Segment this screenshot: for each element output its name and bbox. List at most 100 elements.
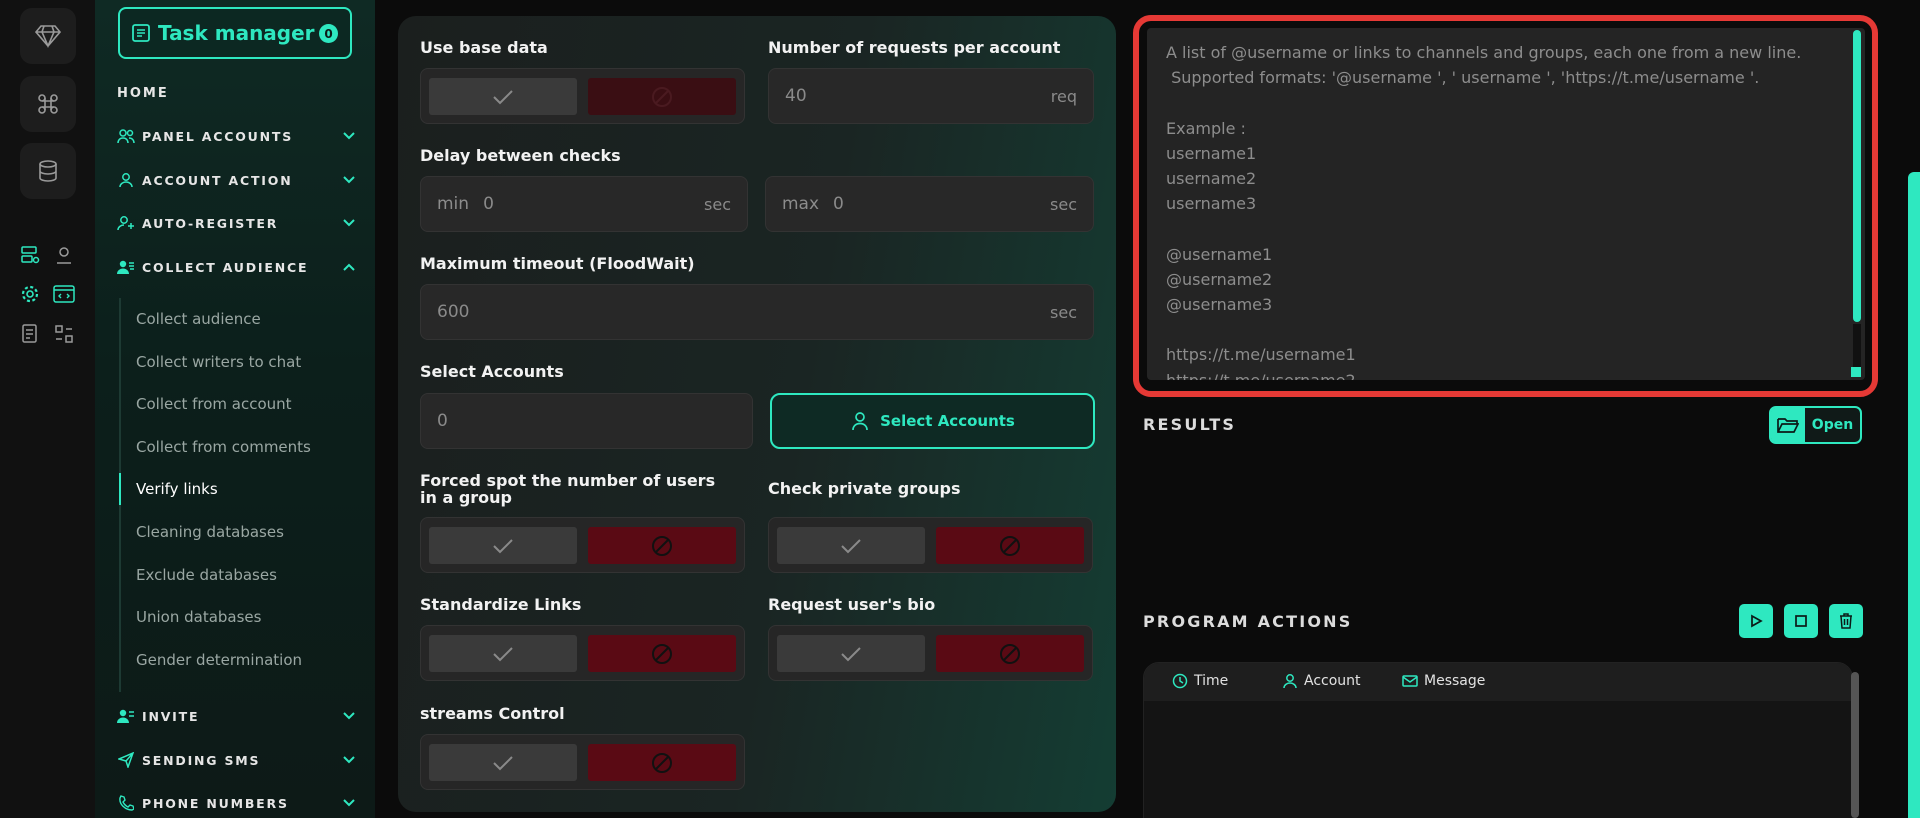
delay-max-value: 0	[833, 194, 844, 214]
nav-phone-numbers-label: PHONE NUMBERS	[142, 795, 289, 811]
accounts-count-input[interactable]: 0	[420, 393, 753, 449]
request-bio-toggle[interactable]	[768, 625, 1093, 681]
nav-sending-sms[interactable]: SENDING SMS	[117, 749, 357, 771]
max-timeout-input[interactable]: 600 sec	[420, 284, 1094, 340]
use-base-data-toggle[interactable]	[420, 68, 745, 124]
delay-min-input[interactable]: min 0 sec	[420, 176, 748, 232]
nav-sending-sms-label: SENDING SMS	[142, 752, 261, 768]
log-table-header: Time Account Message	[1144, 663, 1852, 701]
chevron-down-icon	[343, 756, 355, 764]
clear-log-button[interactable]	[1829, 604, 1863, 638]
sub-item-collect-writers[interactable]: Collect writers to chat	[136, 353, 301, 371]
chevron-down-icon	[343, 712, 355, 720]
chevron-down-icon	[343, 799, 355, 807]
use-base-data-label: Use base data	[420, 38, 548, 57]
requests-unit: req	[1050, 86, 1077, 106]
command-icon[interactable]	[20, 76, 76, 132]
toggle-yes-button[interactable]	[429, 635, 577, 672]
nav-invite[interactable]: INVITE	[117, 705, 357, 727]
sidebar: Task manager 0 HOME PANEL ACCOUNTS ACCOU…	[95, 0, 375, 818]
page-scrollbar[interactable]	[1908, 172, 1920, 818]
nav-collect-audience[interactable]: COLLECT AUDIENCE	[117, 256, 357, 278]
textarea-scrollbar[interactable]	[1853, 30, 1861, 322]
nav-auto-register-label: AUTO-REGISTER	[142, 215, 279, 231]
toggle-yes-button[interactable]	[429, 78, 577, 115]
streams-toggle[interactable]	[420, 734, 745, 790]
chevron-down-icon	[343, 132, 355, 140]
nav-panel-accounts[interactable]: PANEL ACCOUNTS	[117, 125, 357, 147]
delay-max-unit: sec	[1050, 194, 1077, 214]
sub-item-collect-from-account[interactable]: Collect from account	[136, 395, 292, 413]
column-account: Account	[1282, 673, 1361, 689]
toggle-no-button[interactable]	[588, 635, 736, 672]
play-icon	[1751, 614, 1763, 628]
log-scrollbar[interactable]	[1851, 672, 1859, 818]
stop-button[interactable]	[1784, 604, 1818, 638]
trash-icon	[1840, 613, 1852, 629]
nav-phone-numbers[interactable]: PHONE NUMBERS	[117, 792, 357, 814]
toggle-yes-button[interactable]	[429, 744, 577, 781]
diamond-icon[interactable]	[20, 8, 76, 64]
gear-icon[interactable]	[18, 282, 42, 306]
sub-item-gender-determination[interactable]: Gender determination	[136, 651, 302, 669]
requests-per-account-input[interactable]: 40 req	[768, 68, 1094, 124]
toggle-yes-button[interactable]	[777, 527, 925, 564]
check-icon	[493, 538, 513, 553]
forbidden-icon	[652, 752, 672, 773]
user-icon	[117, 171, 135, 189]
toggle-no-button[interactable]	[936, 527, 1084, 564]
chevron-down-icon	[343, 219, 355, 227]
task-list-icon	[132, 24, 150, 42]
server-settings-icon[interactable]	[18, 243, 42, 267]
delay-min-value: 0	[483, 194, 494, 214]
forced-spot-toggle[interactable]	[420, 517, 745, 573]
user-icon	[852, 412, 868, 431]
column-time-label: Time	[1194, 673, 1229, 689]
mail-icon	[1402, 675, 1418, 687]
invite-icon	[117, 707, 135, 725]
document-icon[interactable]	[18, 322, 42, 346]
streams-label: streams Control	[420, 704, 565, 723]
toggle-yes-button[interactable]	[429, 527, 577, 564]
sub-item-union-databases[interactable]: Union databases	[136, 608, 261, 626]
user-icon	[1283, 674, 1297, 689]
program-actions-title: PROGRAM ACTIONS	[1143, 612, 1353, 631]
sub-item-verify-links[interactable]: Verify links	[136, 480, 218, 498]
links-textarea[interactable]: A list of @username or links to channels…	[1147, 28, 1865, 380]
toggle-yes-button[interactable]	[777, 635, 925, 672]
grid-transfer-icon[interactable]	[52, 322, 76, 346]
nav-account-action[interactable]: ACCOUNT ACTION	[117, 169, 357, 191]
toggle-no-button[interactable]	[588, 78, 736, 115]
task-manager-button[interactable]: Task manager 0	[118, 7, 352, 59]
nav-panel-accounts-label: PANEL ACCOUNTS	[142, 128, 293, 144]
nav-auto-register[interactable]: AUTO-REGISTER	[117, 212, 357, 234]
code-window-icon[interactable]	[52, 282, 76, 306]
column-time: Time	[1172, 673, 1228, 689]
database-icon[interactable]	[20, 143, 76, 199]
delay-max-input[interactable]: max 0 sec	[765, 176, 1094, 232]
nav-account-action-label: ACCOUNT ACTION	[142, 172, 293, 188]
forced-spot-label: Forced spot the number of users in a gro…	[420, 471, 716, 507]
start-button[interactable]	[1739, 604, 1773, 638]
resize-grip-icon[interactable]	[1851, 367, 1861, 377]
location-user-icon[interactable]	[52, 243, 76, 267]
open-results-button[interactable]: Open	[1769, 406, 1862, 444]
check-private-toggle[interactable]	[768, 517, 1093, 573]
standardize-toggle[interactable]	[420, 625, 745, 681]
icon-rail	[0, 0, 95, 818]
sub-item-collect-from-comments[interactable]: Collect from comments	[136, 438, 311, 456]
select-accounts-button[interactable]: Select Accounts	[770, 393, 1095, 449]
toggle-no-button[interactable]	[936, 635, 1084, 672]
sub-item-cleaning-databases[interactable]: Cleaning databases	[136, 523, 284, 541]
forbidden-icon	[652, 643, 672, 664]
toggle-no-button[interactable]	[588, 527, 736, 564]
forbidden-icon	[652, 86, 672, 107]
links-textarea-placeholder: A list of @username or links to channels…	[1166, 43, 1802, 380]
sub-item-collect-audience[interactable]: Collect audience	[136, 310, 261, 328]
submenu-active-indicator	[119, 473, 121, 505]
nav-home[interactable]: HOME	[117, 86, 169, 101]
sub-item-exclude-databases[interactable]: Exclude databases	[136, 566, 277, 584]
task-count-badge: 0	[319, 24, 338, 43]
check-icon	[493, 755, 513, 770]
toggle-no-button[interactable]	[588, 744, 736, 781]
